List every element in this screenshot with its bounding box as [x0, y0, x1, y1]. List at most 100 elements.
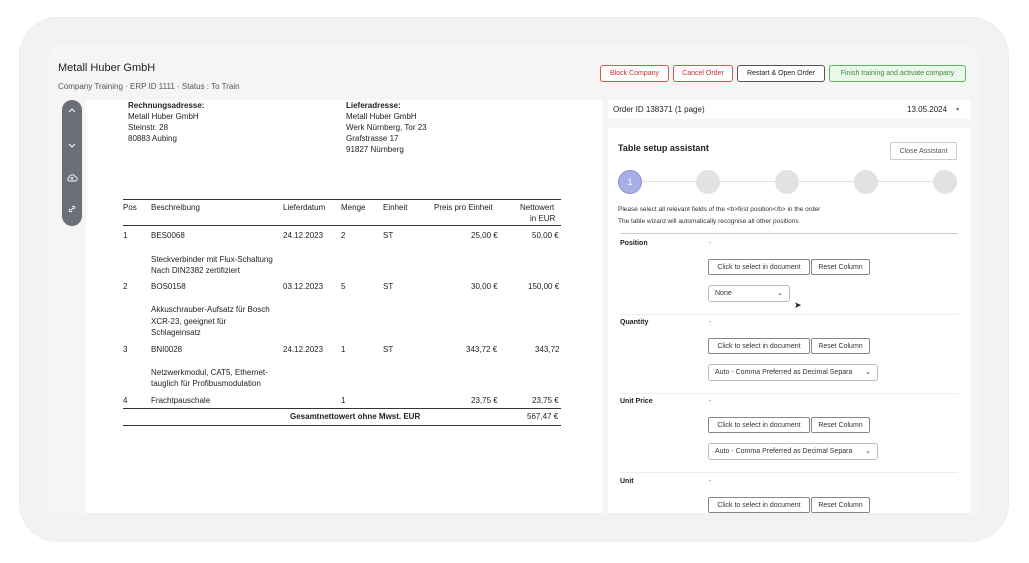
row-unit: ST: [383, 231, 394, 240]
row-qty: 1: [341, 345, 346, 354]
chevron-up-icon[interactable]: [62, 106, 82, 119]
select-in-document-button[interactable]: Click to select in document: [708, 417, 810, 433]
field-value-quantity: -: [709, 319, 712, 326]
billing-address: Rechnungsadresse: Metall Huber GmbH Stei…: [128, 100, 204, 144]
instruction-line: The table wizard will automatically reco…: [618, 218, 799, 225]
row-qty: 5: [341, 282, 346, 291]
select-in-document-button[interactable]: Click to select in document: [708, 497, 810, 513]
caret-down-icon: ▾: [956, 107, 960, 113]
unit-price-format-select[interactable]: Auto - Comma Preferred as Decimal Separa…: [708, 443, 878, 460]
restart-open-order-button[interactable]: Restart & Open Order: [737, 65, 825, 82]
row-desc: Schlageinsatz: [151, 328, 201, 337]
billing-line: 80883 Aubing: [128, 134, 177, 143]
field-value-unit-price: -: [709, 398, 712, 405]
order-selector[interactable]: Order ID 138371 (1 page) 13.05.2024 ▾: [608, 100, 970, 119]
company-name: Metall Huber GmbH: [58, 62, 156, 74]
row-desc: XCR-23, geeignet für: [151, 317, 227, 326]
field-label-quantity: Quantity: [620, 319, 649, 326]
field-label-unit: Unit: [620, 478, 634, 485]
col-unit: Einheit: [383, 203, 408, 212]
select-in-document-button[interactable]: Click to select in document: [708, 259, 810, 275]
reset-column-button[interactable]: Reset Column: [811, 259, 870, 275]
row-price: 23,75 €: [471, 396, 498, 405]
billing-line: Metall Huber GmbH: [128, 112, 199, 121]
order-label: Order ID 138371 (1 page): [613, 105, 705, 114]
row-net: 343,72: [535, 345, 560, 354]
reset-column-button[interactable]: Reset Column: [811, 417, 870, 433]
row-price: 25,00 €: [471, 231, 498, 240]
chevron-down-icon[interactable]: [62, 140, 82, 153]
row-qty: 2: [341, 231, 346, 240]
finish-training-button[interactable]: Finish training and activate company: [829, 65, 966, 82]
billing-title: Rechnungsadresse:: [128, 101, 205, 110]
row-desc: tauglich für Profibusmodulation: [151, 379, 261, 388]
row-date: 24.12.2023: [283, 231, 324, 240]
step-4[interactable]: [854, 170, 878, 194]
row-price: 343,72 €: [466, 345, 498, 354]
field-label-position: Position: [620, 240, 648, 247]
row-desc: Netzwerkmodul, CAT5, Ethernet-: [151, 368, 268, 377]
row-net: 150,00 €: [528, 282, 560, 291]
chevron-down-icon: ⌄: [865, 448, 871, 455]
divider: [620, 314, 958, 315]
row-date: 03.12.2023: [283, 282, 324, 291]
row-pos: 1: [123, 231, 128, 240]
step-3[interactable]: [775, 170, 799, 194]
col-desc: Beschreibung: [151, 203, 200, 212]
row-code: Frachtpauschale: [151, 396, 211, 405]
col-date: Lieferdatum: [283, 203, 326, 212]
company-subline: Company Training · ERP ID 1111 · Status …: [58, 82, 240, 91]
cancel-order-button[interactable]: Cancel Order: [673, 65, 733, 82]
reset-column-button[interactable]: Reset Column: [811, 338, 870, 354]
col-net: Nettowert: [520, 203, 555, 212]
document-toolbar: [62, 100, 82, 226]
close-assistant-button[interactable]: Close Assistant: [890, 142, 957, 160]
col-pos: Pos: [123, 203, 137, 212]
row-net: 23,75 €: [532, 396, 559, 405]
row-pos: 4: [123, 396, 128, 405]
chevron-down-icon: ⌄: [777, 290, 783, 297]
row-desc: Akkuschrauber-Aufsatz für Bosch: [151, 305, 270, 314]
select-in-document-button[interactable]: Click to select in document: [708, 338, 810, 354]
total-bottom-rule: [123, 425, 561, 426]
position-select[interactable]: None ⌄: [708, 285, 790, 302]
row-price: 30,00 €: [471, 282, 498, 291]
billing-line: Steinstr. 28: [128, 123, 169, 132]
field-label-unit-price: Unit Price: [620, 398, 653, 405]
divider: [620, 393, 958, 394]
field-value-position: -: [709, 240, 712, 247]
row-desc: Nach DIN2382 zertifiziert: [151, 266, 240, 275]
table-setup-assistant: Table setup assistant Close Assistant 1 …: [608, 128, 970, 513]
row-net: 50,00 €: [532, 231, 559, 240]
reset-column-button[interactable]: Reset Column: [811, 497, 870, 513]
row-code: BNI0028: [151, 345, 183, 354]
block-company-button[interactable]: Block Company: [600, 65, 669, 82]
row-qty: 1: [341, 396, 346, 405]
col-qty: Menge: [341, 203, 366, 212]
quantity-format-select[interactable]: Auto - Comma Preferred as Decimal Separa…: [708, 364, 878, 381]
link-icon[interactable]: [62, 204, 82, 217]
step-5[interactable]: [933, 170, 957, 194]
row-desc: Steckverbinder mit Flux-Schaltung: [151, 255, 273, 264]
row-unit: ST: [383, 282, 394, 291]
row-pos: 2: [123, 282, 128, 291]
delivery-title: Lieferadresse:: [346, 101, 401, 110]
quantity-select-value: Auto - Comma Preferred as Decimal Separa: [715, 369, 853, 376]
row-date: 24.12.2023: [283, 345, 324, 354]
right-panel: Order ID 138371 (1 page) 13.05.2024 ▾ Ta…: [608, 100, 970, 513]
row-code: BES0068: [151, 231, 185, 240]
total-value: 567,47 €: [527, 412, 559, 421]
divider: [620, 233, 958, 234]
document-viewer: Rechnungsadresse: Metall Huber GmbH Stei…: [86, 100, 602, 513]
cloud-upload-icon[interactable]: [62, 173, 82, 186]
delivery-line: Grafstrasse 17: [346, 134, 399, 143]
col-price: Preis pro Einheit: [434, 203, 493, 212]
total-label: Gesamtnettowert ohne Mwst. EUR: [290, 412, 421, 421]
step-1[interactable]: 1: [618, 170, 642, 194]
step-2[interactable]: [696, 170, 720, 194]
delivery-line: 91827 Nürnberg: [346, 145, 404, 154]
app-window: Metall Huber GmbH Company Training · ERP…: [48, 45, 980, 513]
row-code: BOS0158: [151, 282, 186, 291]
row-unit: ST: [383, 345, 394, 354]
mouse-cursor-icon: ➤: [794, 300, 802, 310]
